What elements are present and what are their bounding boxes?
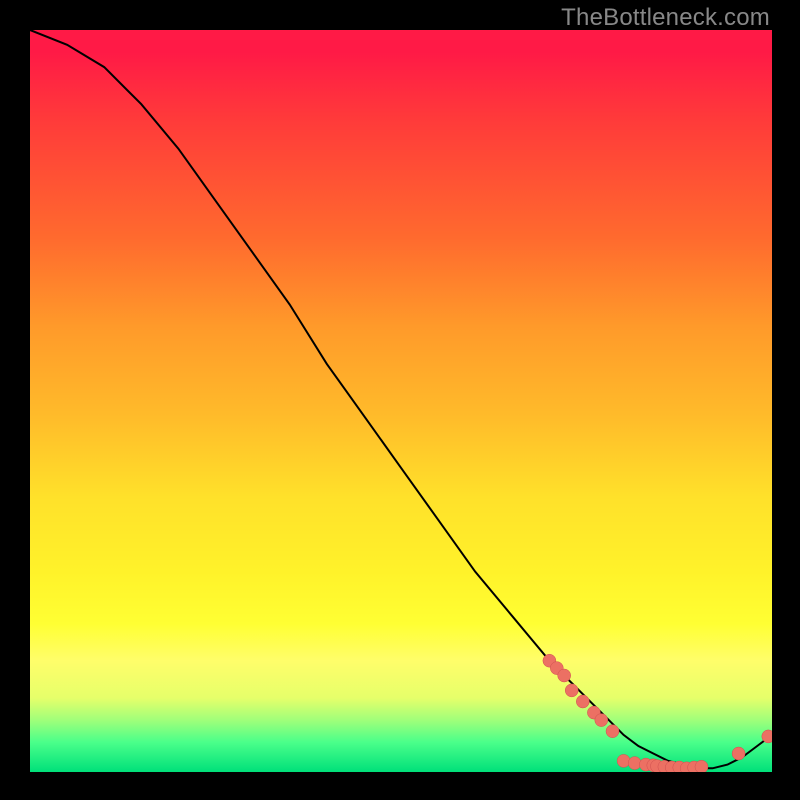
chart-container: TheBottleneck.com (0, 0, 800, 800)
watermark-text: TheBottleneck.com (561, 4, 770, 32)
bottleneck-curve (30, 30, 772, 768)
plot-area (30, 30, 772, 772)
data-point (595, 714, 608, 727)
data-points (543, 654, 772, 772)
data-point (558, 669, 571, 682)
data-point (617, 754, 630, 767)
chart-svg (30, 30, 772, 772)
data-point (565, 684, 578, 697)
data-point (695, 760, 708, 772)
data-point (732, 747, 745, 760)
data-point (628, 757, 641, 770)
data-point (606, 725, 619, 738)
data-point (576, 695, 589, 708)
data-point (762, 730, 772, 743)
